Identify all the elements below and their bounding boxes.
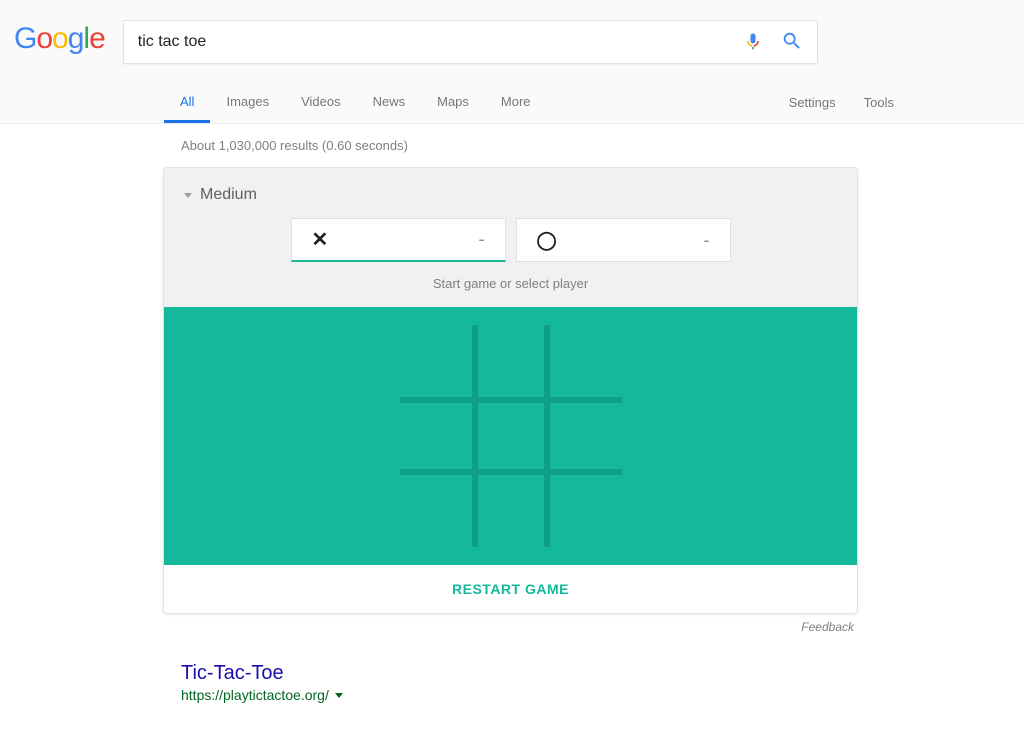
google-logo[interactable]: Google	[14, 22, 105, 62]
result-url-text: https://playtictactoe.org/	[181, 687, 329, 703]
organic-result: Tic-Tac-Toe https://playtictactoe.org/	[181, 662, 1024, 703]
nav-all[interactable]: All	[164, 82, 210, 123]
cell-2-2[interactable]	[550, 475, 622, 547]
result-title[interactable]: Tic-Tac-Toe	[181, 662, 1024, 685]
top-row: Google	[0, 0, 1024, 64]
cell-2-0[interactable]	[400, 475, 472, 547]
cell-2-1[interactable]	[478, 475, 550, 547]
nav-images[interactable]: Images	[210, 82, 285, 123]
player-o-box[interactable]: ◯ -	[516, 218, 731, 262]
nav-row: All Images Videos News Maps More Setting…	[0, 82, 1024, 123]
nav-news[interactable]: News	[357, 82, 422, 123]
result-url[interactable]: https://playtictactoe.org/	[181, 687, 1024, 703]
search-input[interactable]	[138, 33, 743, 51]
player-o-score: -	[704, 230, 710, 251]
search-bar[interactable]	[123, 20, 818, 64]
difficulty-label: Medium	[200, 186, 257, 204]
board-area	[164, 307, 857, 565]
chevron-down-icon[interactable]	[335, 693, 343, 698]
cell-1-2[interactable]	[550, 403, 622, 475]
nav-videos[interactable]: Videos	[285, 82, 357, 123]
cell-0-0[interactable]	[400, 325, 472, 397]
game-card: Medium ✕ - ◯ - Start game or select play…	[163, 167, 858, 614]
feedback-link[interactable]: Feedback	[163, 614, 858, 634]
cell-1-1[interactable]	[478, 403, 550, 475]
nav-settings[interactable]: Settings	[789, 83, 836, 122]
nav-tools[interactable]: Tools	[864, 83, 894, 122]
cell-0-2[interactable]	[550, 325, 622, 397]
search-icon[interactable]	[781, 30, 803, 55]
nav-more[interactable]: More	[485, 82, 547, 123]
nav-left: All Images Videos News Maps More	[164, 82, 547, 123]
header: Google All Images Videos News Maps More …	[0, 0, 1024, 124]
o-icon: ◯	[537, 230, 557, 251]
x-icon: ✕	[312, 227, 329, 252]
player-selects: ✕ - ◯ -	[184, 218, 837, 262]
board	[400, 325, 622, 547]
player-x-box[interactable]: ✕ -	[291, 218, 506, 262]
cell-0-1[interactable]	[478, 325, 550, 397]
restart-button[interactable]: RESTART GAME	[164, 565, 857, 613]
nav-maps[interactable]: Maps	[421, 82, 485, 123]
mic-icon[interactable]	[743, 31, 763, 54]
results-info: About 1,030,000 results (0.60 seconds)	[0, 124, 1024, 167]
chevron-down-icon	[184, 193, 192, 198]
difficulty-selector[interactable]: Medium	[184, 186, 837, 204]
cell-1-0[interactable]	[400, 403, 472, 475]
player-x-score: -	[479, 229, 485, 250]
game-hint: Start game or select player	[184, 276, 837, 291]
game-header: Medium ✕ - ◯ - Start game or select play…	[164, 168, 857, 307]
nav-right: Settings Tools	[789, 83, 894, 122]
